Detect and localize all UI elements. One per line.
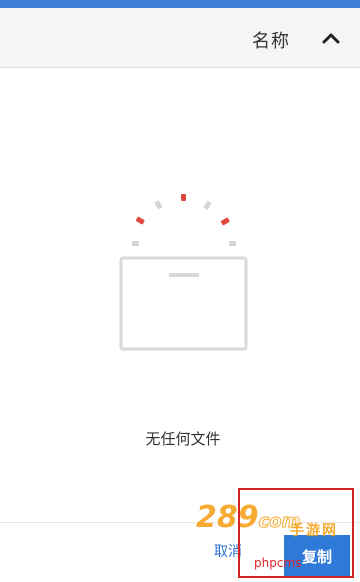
empty-state-message: 无任何文件 [145, 430, 221, 448]
watermark-logo-number: 289 [196, 500, 259, 535]
box-slot [169, 273, 199, 277]
dash-mark [203, 200, 212, 210]
dash-mark [154, 200, 163, 210]
watermark-logo: 289com [196, 500, 301, 535]
empty-folder-icon [119, 194, 248, 351]
watermark-php-text: phpcms [254, 556, 302, 570]
cancel-button[interactable]: 取消 [214, 541, 242, 561]
empty-box [119, 256, 248, 351]
sort-header: 名称 [0, 8, 360, 68]
chevron-up-icon [322, 33, 340, 44]
sort-by-name-label[interactable]: 名称 [252, 27, 290, 53]
dash-mark [220, 217, 230, 226]
file-picker-screen: 名称 无任何文件 取消 复制 289com 手游网 phpcms [0, 0, 360, 582]
dash-mark [229, 241, 236, 246]
top-accent-bar [0, 0, 360, 8]
dash-mark [132, 241, 139, 246]
dash-mark [135, 216, 145, 225]
watermark-subtitle: 手游网 [290, 523, 338, 539]
sort-order-toggle[interactable] [314, 22, 348, 54]
dash-mark [181, 194, 186, 201]
